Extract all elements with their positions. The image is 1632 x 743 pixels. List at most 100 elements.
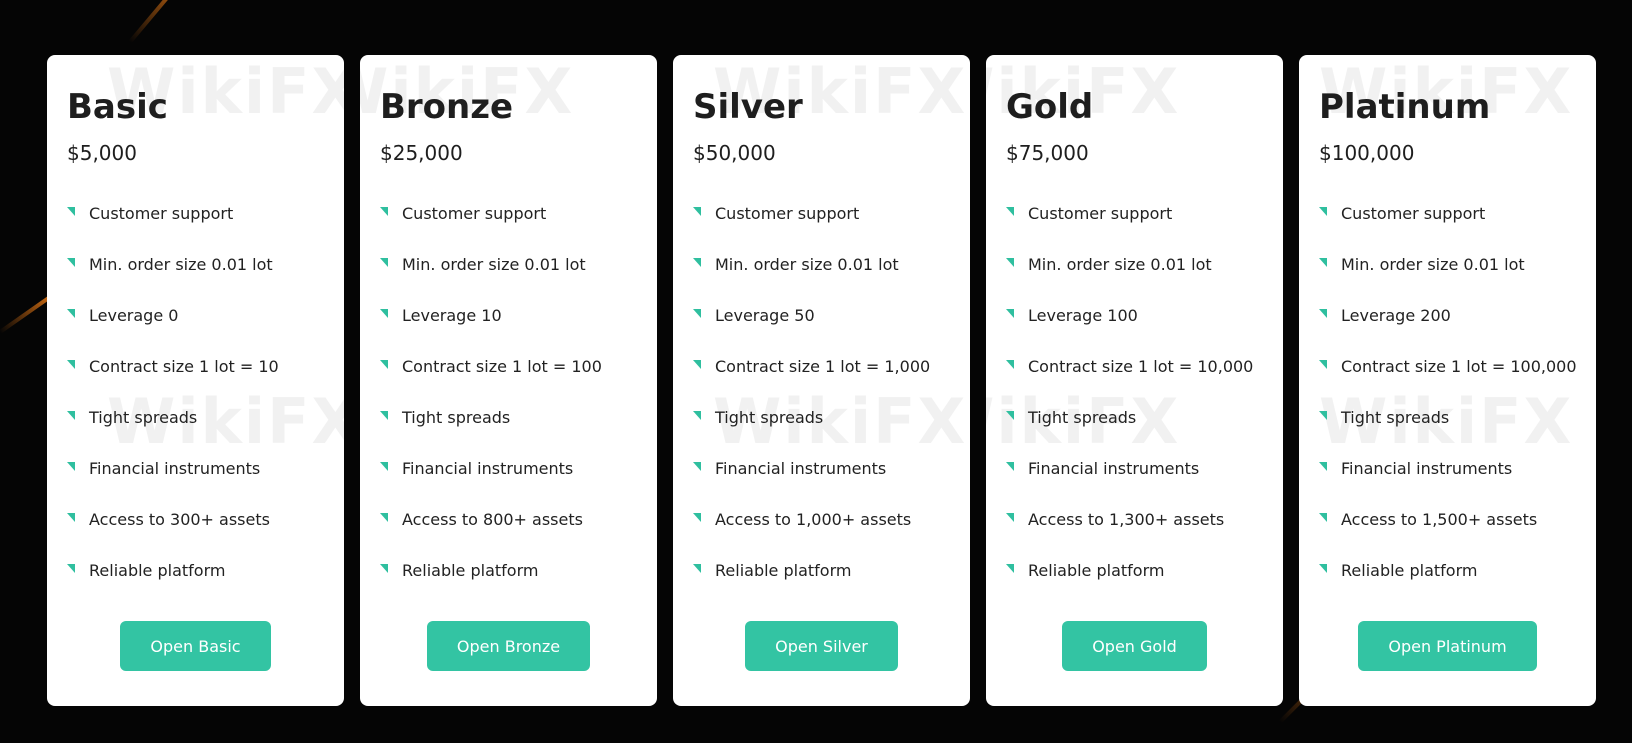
feature-item: Leverage 0 [67,290,324,341]
bullet-icon [1319,513,1327,522]
bullet-icon [380,360,388,369]
feature-item: Reliable platform [1319,545,1576,596]
feature-item: Customer support [1006,188,1263,239]
bullet-icon [1319,207,1327,216]
feature-list: Customer support Min. order size 0.01 lo… [380,188,637,596]
feature-item: Contract size 1 lot = 1,000 [693,341,950,392]
bullet-icon [380,462,388,471]
feature-item: Reliable platform [380,545,637,596]
open-gold-button[interactable]: Open Gold [1062,621,1207,671]
feature-item: Access to 800+ assets [380,494,637,545]
feature-item: Contract size 1 lot = 100 [380,341,637,392]
open-silver-button[interactable]: Open Silver [745,621,898,671]
feature-item: Reliable platform [693,545,950,596]
feature-item: Customer support [693,188,950,239]
bullet-icon [1319,462,1327,471]
feature-item: Financial instruments [1006,443,1263,494]
feature-item: Reliable platform [67,545,324,596]
bullet-icon [693,258,701,267]
bullet-icon [1006,462,1014,471]
bullet-icon [67,411,75,420]
feature-item: Access to 300+ assets [67,494,324,545]
feature-item: Tight spreads [380,392,637,443]
bullet-icon [1006,411,1014,420]
feature-item: Min. order size 0.01 lot [1006,239,1263,290]
background-streak [128,0,235,44]
plan-card-basic: WikiFX WikiFX Basic $5,000 Customer supp… [47,55,344,706]
feature-item: Leverage 200 [1319,290,1576,341]
bullet-icon [67,462,75,471]
bullet-icon [1319,564,1327,573]
feature-item: Contract size 1 lot = 10,000 [1006,341,1263,392]
feature-item: Contract size 1 lot = 100,000 [1319,341,1577,392]
bullet-icon [67,564,75,573]
bullet-icon [380,411,388,420]
feature-list: Customer support Min. order size 0.01 lo… [1319,188,1577,596]
plan-card-bronze: WikiFX Bronze $25,000 Customer support M… [360,55,657,706]
bullet-icon [1006,207,1014,216]
bullet-icon [693,513,701,522]
bullet-icon [693,309,701,318]
bullet-icon [380,258,388,267]
feature-item: Tight spreads [693,392,950,443]
feature-item: Tight spreads [67,392,324,443]
bullet-icon [693,207,701,216]
bullet-icon [380,564,388,573]
bullet-icon [67,360,75,369]
bullet-icon [380,207,388,216]
feature-item: Reliable platform [1006,545,1263,596]
plan-price: $75,000 [1006,141,1089,165]
bullet-icon [67,207,75,216]
feature-list: Customer support Min. order size 0.01 lo… [1006,188,1263,596]
plan-name: Silver [693,87,803,127]
plan-card-gold: WikiFX WikiFX Gold $75,000 Customer supp… [986,55,1283,706]
feature-item: Access to 1,300+ assets [1006,494,1263,545]
open-platinum-button[interactable]: Open Platinum [1358,621,1537,671]
bullet-icon [380,513,388,522]
open-basic-button[interactable]: Open Basic [120,621,271,671]
bullet-icon [1006,258,1014,267]
bullet-icon [67,309,75,318]
feature-item: Min. order size 0.01 lot [1319,239,1576,290]
feature-item: Leverage 50 [693,290,950,341]
bullet-icon [1006,360,1014,369]
pricing-plans: WikiFX WikiFX Basic $5,000 Customer supp… [47,55,1596,706]
bullet-icon [693,360,701,369]
plan-name: Basic [67,87,168,127]
feature-item: Customer support [67,188,324,239]
feature-item: Access to 1,500+ assets [1319,494,1576,545]
bullet-icon [1319,360,1327,369]
feature-item: Leverage 100 [1006,290,1263,341]
open-bronze-button[interactable]: Open Bronze [426,621,591,671]
feature-list: Customer support Min. order size 0.01 lo… [693,188,950,596]
bullet-icon [693,462,701,471]
bullet-icon [1319,309,1327,318]
feature-item: Financial instruments [1319,443,1576,494]
plan-price: $50,000 [693,141,776,165]
bullet-icon [1319,258,1327,267]
plan-price: $100,000 [1319,141,1415,165]
bullet-icon [1319,411,1327,420]
plan-card-silver: WikiFX WikiFX Silver $50,000 Customer su… [673,55,970,706]
bullet-icon [67,258,75,267]
plan-name: Bronze [380,87,514,127]
bullet-icon [67,513,75,522]
bullet-icon [1006,513,1014,522]
bullet-icon [380,309,388,318]
feature-item: Financial instruments [693,443,950,494]
feature-item: Customer support [380,188,637,239]
plan-card-platinum: WikiFX WikiFX Platinum $100,000 Customer… [1299,55,1596,706]
feature-item: Financial instruments [380,443,637,494]
bullet-icon [693,411,701,420]
feature-item: Financial instruments [67,443,324,494]
feature-item: Contract size 1 lot = 10 [67,341,324,392]
feature-item: Customer support [1319,188,1576,239]
feature-item: Leverage 10 [380,290,637,341]
feature-item: Min. order size 0.01 lot [67,239,324,290]
plan-name: Platinum [1319,87,1491,127]
feature-item: Tight spreads [1006,392,1263,443]
plan-price: $5,000 [67,141,137,165]
plan-name: Gold [1006,87,1094,127]
feature-list: Customer support Min. order size 0.01 lo… [67,188,324,596]
feature-item: Access to 1,000+ assets [693,494,950,545]
